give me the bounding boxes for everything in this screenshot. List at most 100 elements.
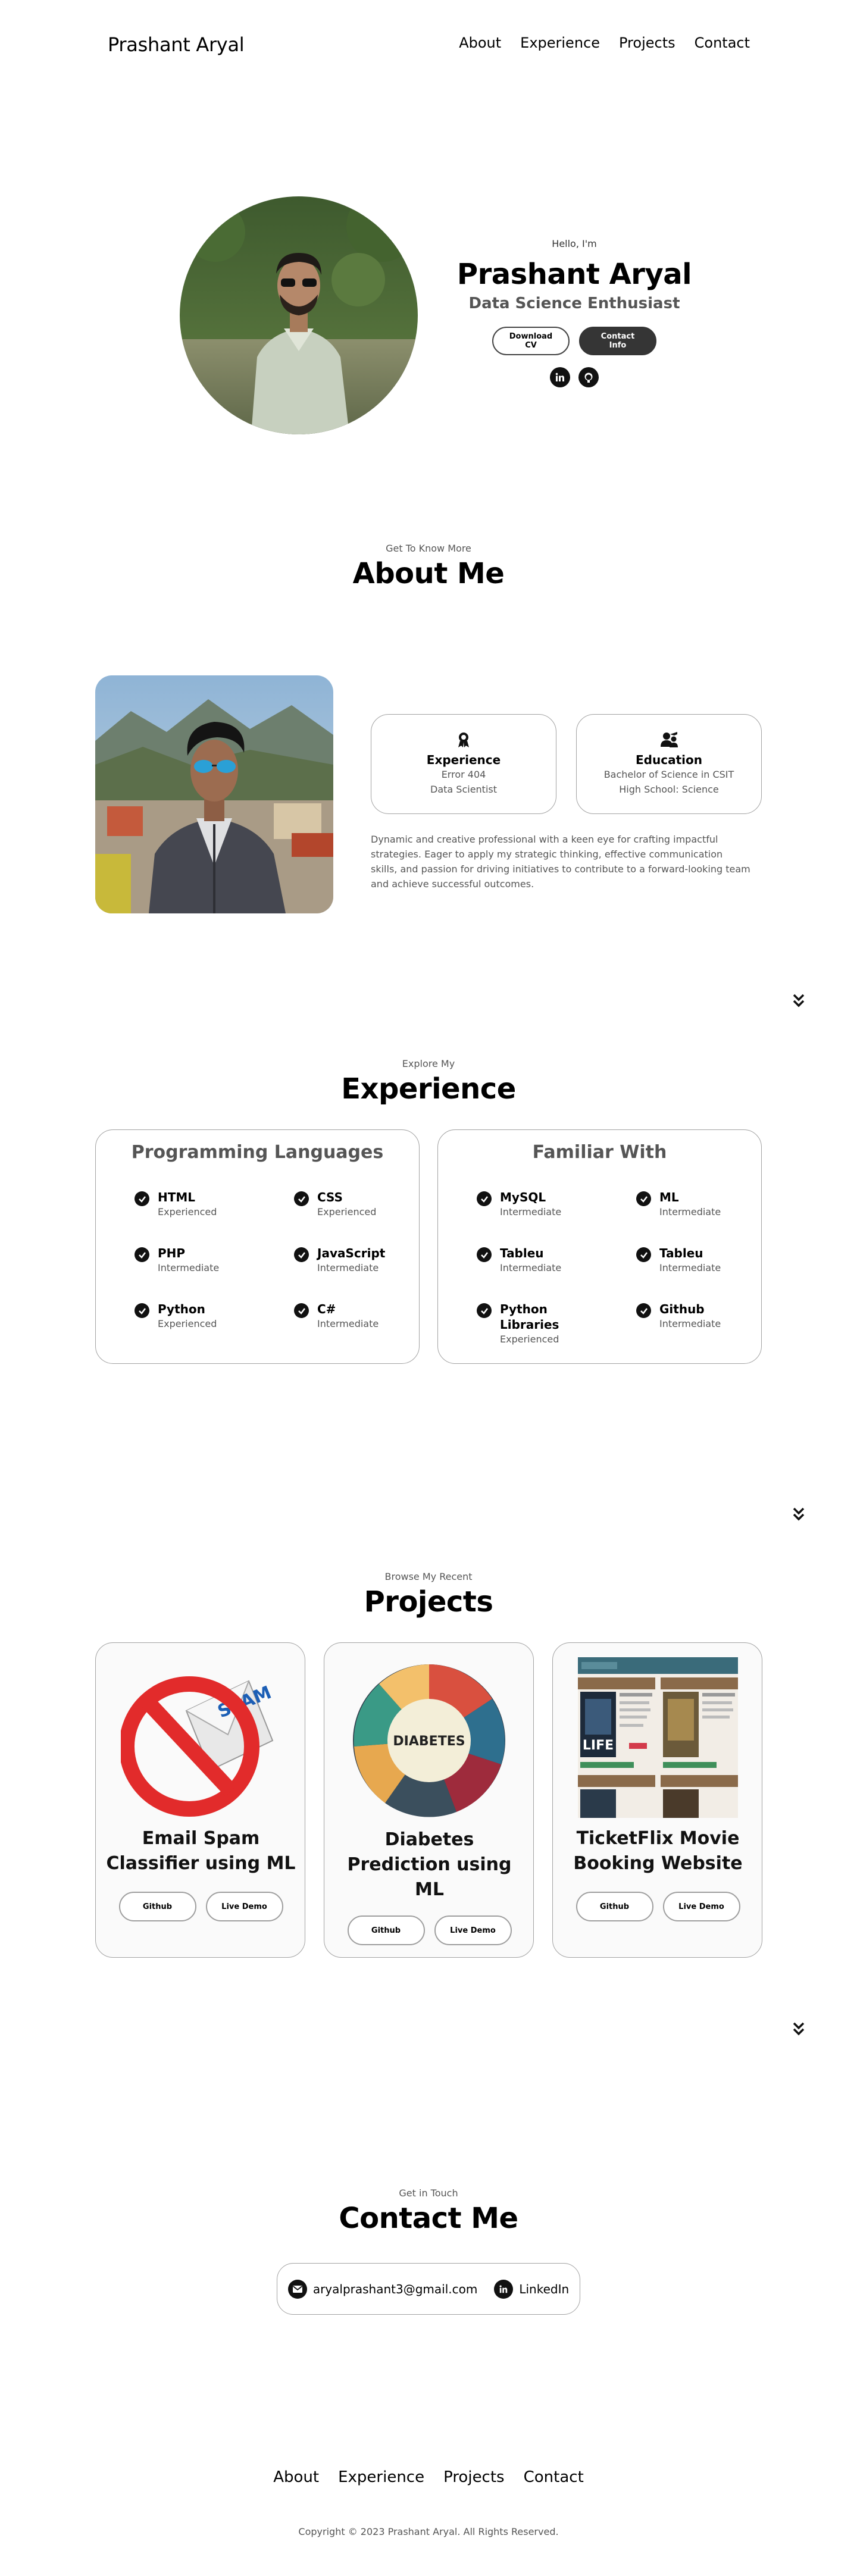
check-icon <box>477 1191 492 1206</box>
skill-level: Intermediate <box>500 1262 562 1273</box>
skill-name: Python <box>158 1302 205 1316</box>
skill-name: HTML <box>158 1190 196 1204</box>
check-icon <box>636 1303 651 1318</box>
top-nav: Prashant Aryal About Experience Projects… <box>0 0 857 89</box>
skill-level: Intermediate <box>158 1262 220 1273</box>
skill-item: PHP Intermediate <box>135 1245 219 1275</box>
github-icon[interactable] <box>578 367 599 387</box>
experience-subtitle: Explore My <box>402 1058 455 1069</box>
linkedin-icon <box>494 2279 514 2299</box>
check-icon <box>294 1247 309 1262</box>
project-card: SPAM Email Spam Classifier using ML Gith… <box>95 1642 305 1958</box>
skill-item: CSS Experienced <box>294 1190 376 1219</box>
email-contact[interactable]: aryalprashant3@gmail.com <box>287 2279 478 2299</box>
hero-name: Prashant Aryal <box>456 258 692 291</box>
hero-buttons: Download CV Contact Info <box>455 327 693 355</box>
footer-nav: About Experience Projects Contact <box>0 2468 857 2486</box>
project-buttons: Github Live Demo <box>553 1892 763 1921</box>
skill-name: Github <box>659 1302 705 1316</box>
education-card: Education Bachelor of Science in CSIT Hi… <box>576 714 762 814</box>
skill-level: Intermediate <box>659 1262 721 1273</box>
github-button[interactable]: Github <box>347 1915 425 1945</box>
project-buttons: Github Live Demo <box>324 1915 534 1945</box>
check-icon <box>477 1303 492 1318</box>
skill-name: Python Libraries <box>500 1302 559 1332</box>
programming-languages-card: Programming Languages HTML Experienced CS… <box>95 1129 420 1364</box>
nav-link-contact[interactable]: Contact <box>695 35 750 51</box>
hero-social-links <box>455 367 693 387</box>
project-buttons: Github Live Demo <box>96 1892 306 1921</box>
live-demo-button[interactable]: Live Demo <box>662 1892 740 1921</box>
skill-item: Python Experienced <box>135 1301 217 1331</box>
check-icon <box>135 1191 149 1206</box>
footer-link-experience[interactable]: Experience <box>338 2468 424 2486</box>
skill-level: Experienced <box>158 1206 217 1217</box>
skill-name: C# <box>317 1302 336 1316</box>
email-icon <box>287 2279 307 2299</box>
live-demo-button[interactable]: Live Demo <box>205 1892 283 1921</box>
skill-name: ML <box>659 1190 679 1204</box>
skill-name: MySQL <box>500 1190 546 1204</box>
about-subtitle: Get To Know More <box>386 543 471 554</box>
about-photo <box>95 675 333 913</box>
skill-name: PHP <box>158 1246 186 1260</box>
nav-link-experience[interactable]: Experience <box>520 35 600 51</box>
nav-link-about[interactable]: About <box>459 35 501 51</box>
project-title: TicketFlix Movie Booking Website <box>573 1828 743 1874</box>
skill-level: Experienced <box>500 1334 559 1345</box>
linkedin-link[interactable]: LinkedIn <box>519 2282 569 2296</box>
copyright-text: Copyright © 2023 Prashant Aryal. All Rig… <box>298 2526 559 2537</box>
github-button[interactable]: Github <box>118 1892 196 1921</box>
experience-card-title: Experience <box>426 753 501 767</box>
profile-photo <box>180 196 418 434</box>
experience-title: Experience <box>341 1072 516 1106</box>
footer-link-contact[interactable]: Contact <box>524 2468 584 2486</box>
footer-link-about[interactable]: About <box>273 2468 319 2486</box>
skill-name: JavaScript <box>317 1246 386 1260</box>
skill-level: Experienced <box>158 1318 217 1329</box>
check-icon <box>477 1247 492 1262</box>
skill-level: Intermediate <box>659 1206 721 1217</box>
skill-item: Github Intermediate <box>636 1301 721 1331</box>
scroll-down-arrow-icon[interactable] <box>789 991 809 1011</box>
download-cv-button[interactable]: Download CV <box>492 327 570 355</box>
skill-item: Tableu Intermediate <box>636 1245 721 1275</box>
scroll-down-arrow-icon[interactable] <box>789 1504 809 1525</box>
github-button[interactable]: Github <box>575 1892 653 1921</box>
skill-level: Intermediate <box>317 1318 379 1329</box>
diabetes-label: DIABETES <box>393 1734 465 1749</box>
contact-info-button[interactable]: Contact Info <box>579 327 656 355</box>
project-card: DIABETES Diabetes Prediction using ML Gi… <box>324 1642 534 1958</box>
projects-title: Projects <box>364 1585 493 1619</box>
hero-title: Data Science Enthusiast <box>468 295 680 312</box>
contact-info-box: aryalprashant3@gmail.com LinkedIn <box>277 2263 580 2315</box>
linkedin-icon[interactable] <box>550 367 570 387</box>
footer-link-projects[interactable]: Projects <box>443 2468 505 2486</box>
scroll-down-arrow-icon[interactable] <box>789 2019 809 2039</box>
education-icon <box>657 730 681 749</box>
check-icon <box>636 1247 651 1262</box>
skill-group-title: Programming Languages <box>131 1142 384 1163</box>
projects-subtitle: Browse My Recent <box>384 1571 473 1582</box>
email-address[interactable]: aryalprashant3@gmail.com <box>313 2282 478 2296</box>
education-card-line: Bachelor of Science in CSIT <box>603 769 734 780</box>
check-icon <box>294 1191 309 1206</box>
nav-link-projects[interactable]: Projects <box>619 35 675 51</box>
nav-links: About Experience Projects Contact <box>459 35 750 51</box>
check-icon <box>636 1191 651 1206</box>
live-demo-button[interactable]: Live Demo <box>434 1915 512 1945</box>
skill-item: Python Libraries Experienced <box>477 1301 572 1347</box>
skill-level: Intermediate <box>500 1206 562 1217</box>
linkedin-contact[interactable]: LinkedIn <box>494 2279 569 2299</box>
about-description: Dynamic and creative professional with a… <box>371 834 750 890</box>
site-logo[interactable]: Prashant Aryal <box>108 33 245 56</box>
hero-intro: Hello, I'm Prashant Aryal Data Science E… <box>455 238 693 387</box>
skill-level: Intermediate <box>317 1262 379 1273</box>
hero-greeting: Hello, I'm <box>552 238 597 249</box>
check-icon <box>135 1303 149 1318</box>
skill-level: Intermediate <box>659 1318 721 1329</box>
experience-card-line: Data Scientist <box>430 784 497 795</box>
experience-card-line: Error 404 <box>441 769 486 780</box>
project-card: LIFE TicketFlix Movie Booking Website Gi… <box>552 1642 762 1958</box>
about-title: About Me <box>352 557 505 590</box>
